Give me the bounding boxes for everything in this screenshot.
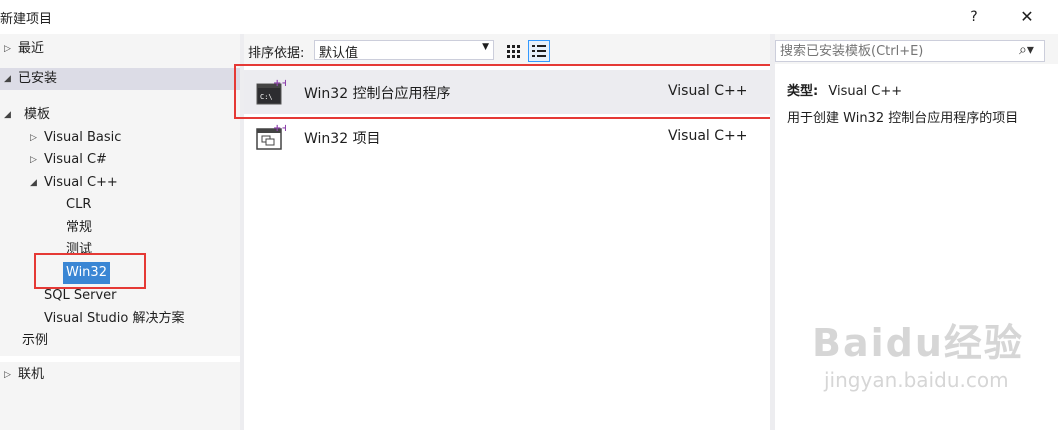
template-description: 用于创建 Win32 控制台应用程序的项目 [787, 111, 1019, 126]
tree-item-installed[interactable]: ◢ 已安装 [0, 68, 240, 90]
list-view-button[interactable] [528, 40, 550, 62]
baidu-watermark: Baidu经验 jingyan.baidu.com [812, 312, 1042, 402]
tree-item-label: 模板 [24, 107, 51, 122]
tree-item-clr[interactable]: CLR [0, 194, 240, 216]
template-row-console-app[interactable]: C:\ ++ Win32 控制台应用程序 Visual C++ [244, 70, 772, 114]
grid-view-icon [507, 45, 520, 58]
watermark-logo: Baidu经验 [812, 321, 1024, 365]
template-tree-panel: ▷ 最近 ◢ 已安装 ◢ 模板 ▷ Visual Basic ▷ Visual … [0, 34, 240, 430]
expand-arrow-icon[interactable]: ▷ [30, 127, 37, 149]
tree-item-test[interactable]: 测试 [0, 239, 240, 261]
tree-item-label: Visual Basic [44, 130, 122, 145]
title-bar: 新建项目 ? ✕ [0, 0, 1058, 34]
collapse-arrow-icon[interactable]: ◢ [4, 104, 11, 126]
tree-item-visual-csharp[interactable]: ▷ Visual C# [0, 149, 240, 171]
collapse-arrow-icon[interactable]: ◢ [4, 68, 11, 90]
svg-text:++: ++ [273, 78, 286, 89]
template-language: Visual C++ [668, 128, 748, 144]
tree-item-label: Visual Studio 解决方案 [44, 311, 185, 326]
tree-item-win32[interactable]: Win32 [0, 262, 240, 284]
collapse-arrow-icon[interactable]: ◢ [30, 172, 37, 194]
tree-item-label-selected: Win32 [63, 262, 110, 284]
tree-item-label: Visual C++ [44, 175, 118, 190]
section-separator [0, 356, 240, 362]
help-button[interactable]: ? [962, 6, 986, 28]
tree-item-label: SQL Server [44, 288, 117, 303]
grid-view-button[interactable] [502, 40, 524, 62]
tree-item-label: 测试 [66, 242, 93, 257]
tree-item-visual-basic[interactable]: ▷ Visual Basic [0, 127, 240, 149]
tree-item-vs-solutions[interactable]: Visual Studio 解决方案 [0, 308, 240, 330]
expand-arrow-icon[interactable]: ▷ [30, 149, 37, 171]
template-name: Win32 项目 [304, 131, 381, 147]
tree-item-samples[interactable]: 示例 [0, 330, 240, 352]
sort-toolbar: 排序依据: 默认值 ▼ [244, 34, 772, 64]
template-row-win32-project[interactable]: ++ Win32 项目 Visual C++ [244, 115, 772, 159]
expand-arrow-icon[interactable]: ▷ [4, 364, 11, 386]
svg-text:++: ++ [273, 123, 286, 134]
tree-item-recent[interactable]: ▷ 最近 [0, 38, 240, 60]
close-button[interactable]: ✕ [1015, 6, 1039, 28]
window-title: 新建项目 [0, 12, 53, 27]
tree-item-label: 常规 [66, 220, 93, 235]
watermark-url: jingyan.baidu.com [824, 368, 1009, 392]
template-language: Visual C++ [668, 83, 748, 99]
template-list-panel: 排序依据: 默认值 ▼ C:\ ++ Win32 控制台应用程序 Visual … [244, 34, 772, 430]
template-name: Win32 控制台应用程序 [304, 86, 451, 102]
sort-label: 排序依据: [248, 46, 305, 61]
tree-item-sql-server[interactable]: SQL Server [0, 285, 240, 307]
tree-item-label: 联机 [18, 367, 45, 382]
tree-item-online[interactable]: ▷ 联机 [0, 364, 240, 386]
search-icon[interactable]: ⌕▾ [1019, 42, 1034, 58]
tree-item-visual-cpp[interactable]: ◢ Visual C++ [0, 172, 240, 194]
chevron-down-icon: ▼ [482, 42, 489, 52]
list-view-icon [532, 45, 546, 57]
type-value: Visual C++ [828, 84, 903, 99]
type-label: 类型: [787, 84, 819, 99]
tree-item-label: CLR [66, 197, 92, 212]
tree-item-label: 已安装 [18, 71, 58, 86]
tree-item-general[interactable]: 常规 [0, 217, 240, 239]
tree-item-label: 示例 [22, 333, 49, 348]
template-type: 类型: Visual C++ [787, 80, 902, 99]
expand-arrow-icon[interactable]: ▷ [4, 38, 11, 60]
search-bar: ⌕▾ [775, 34, 1058, 64]
console-app-icon: C:\ ++ [256, 78, 286, 105]
tree-item-templates[interactable]: ◢ 模板 [0, 104, 240, 126]
win32-project-icon: ++ [256, 123, 286, 150]
sort-value: 默认值 [319, 46, 359, 61]
svg-text:C:\: C:\ [260, 93, 273, 101]
search-input[interactable] [775, 40, 1045, 62]
sort-dropdown[interactable]: 默认值 ▼ [314, 40, 494, 61]
tree-item-label: 最近 [18, 41, 45, 56]
tree-item-label: Visual C# [44, 152, 107, 167]
